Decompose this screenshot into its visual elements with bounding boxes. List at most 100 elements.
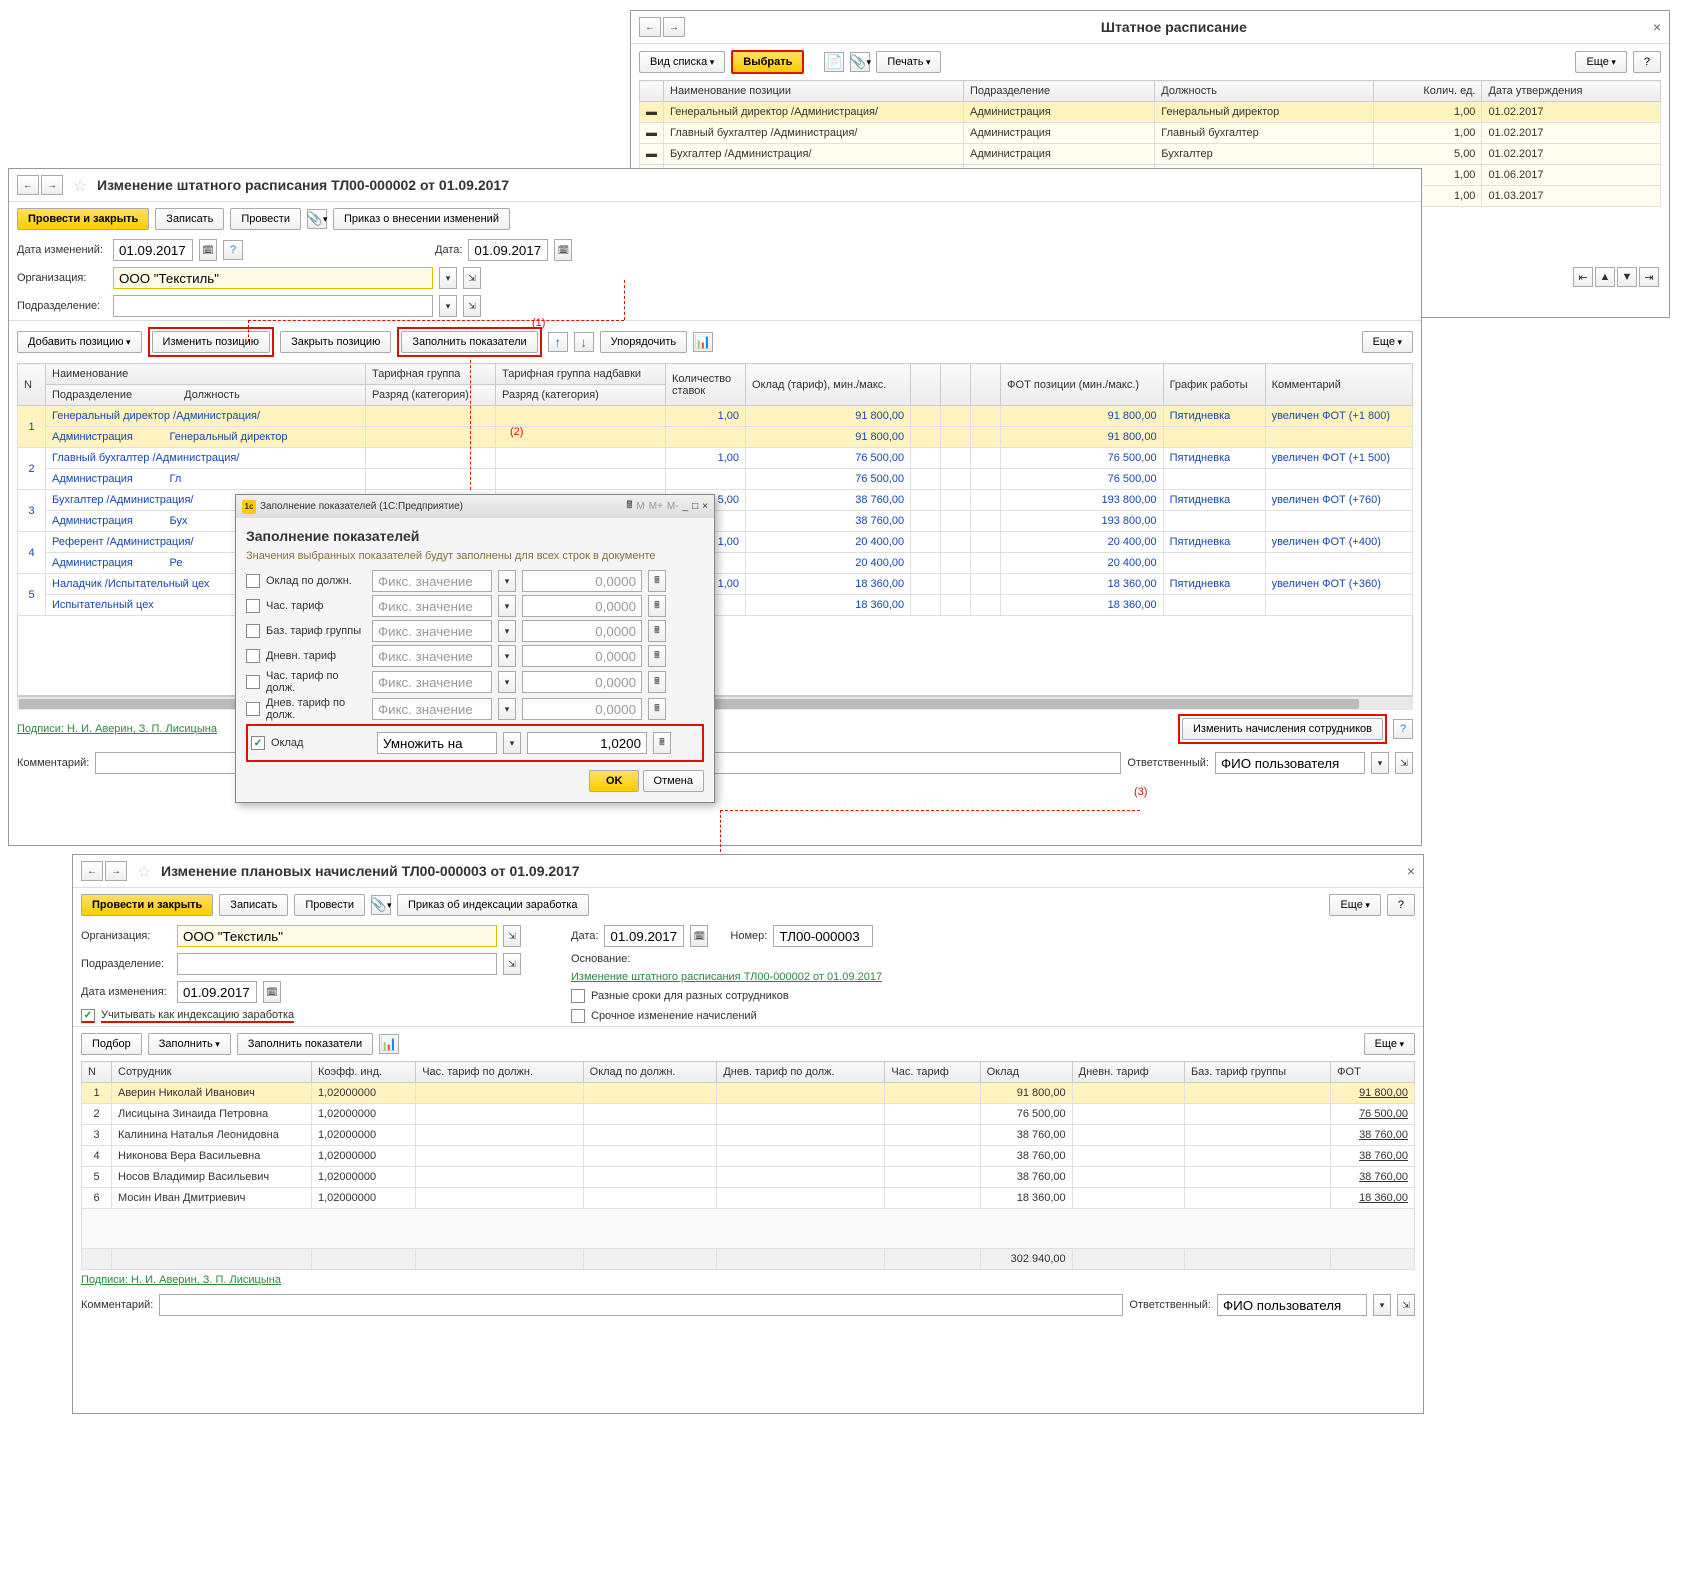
close-icon[interactable]: ×: [1653, 19, 1661, 35]
link-icon[interactable]: ⇲: [503, 953, 521, 975]
close-position-button[interactable]: Закрыть позицию: [280, 331, 391, 353]
link-icon[interactable]: ⇲: [463, 295, 481, 317]
dept-input[interactable]: [177, 953, 497, 975]
table-row[interactable]: 1 Аверин Николай Иванович 1,02000000 91 …: [82, 1083, 1415, 1104]
link-icon[interactable]: ⇲: [503, 925, 521, 947]
post-close-button[interactable]: Провести и закрыть: [17, 208, 149, 230]
dropdown-icon[interactable]: ▾: [1373, 1294, 1391, 1316]
indicator-checkbox[interactable]: [246, 624, 260, 638]
help-icon[interactable]: ?: [223, 240, 243, 260]
nav-first-icon[interactable]: ⇤: [1573, 267, 1593, 287]
print-button[interactable]: Печать: [876, 51, 941, 73]
table-row[interactable]: 2 Главный бухгалтер /Администрация/ 1,00…: [18, 448, 1413, 469]
order-button[interactable]: Приказ о внесении изменений: [333, 208, 510, 230]
doc-icon[interactable]: 📄: [824, 52, 844, 72]
write-button[interactable]: Записать: [219, 894, 288, 916]
calendar-icon[interactable]: 🗓: [690, 925, 708, 947]
nav-fwd-icon[interactable]: →: [663, 17, 685, 37]
table-row[interactable]: 5 Наладчик /Испытательный цех 1,00 18 36…: [18, 574, 1413, 595]
post-close-button[interactable]: Провести и закрыть: [81, 894, 213, 916]
dept-input[interactable]: [113, 295, 433, 317]
table-row[interactable]: 2 Лисицына Зинаида Петровна 1,02000000 7…: [82, 1104, 1415, 1125]
table-row[interactable]: 4 Референт /Администрация/ 1,00 20 400,0…: [18, 532, 1413, 553]
move-up-icon[interactable]: ↑: [548, 332, 568, 352]
fill-indicators-button[interactable]: Заполнить показатели: [237, 1033, 373, 1055]
settings-icon[interactable]: 📊: [693, 332, 713, 352]
help-button[interactable]: ?: [1633, 51, 1661, 73]
attach-icon[interactable]: 📎: [850, 52, 870, 72]
close-icon[interactable]: ×: [1407, 863, 1415, 879]
table-row[interactable]: 6 Мосин Иван Дмитриевич 1,02000000 18 36…: [82, 1188, 1415, 1209]
basis-link[interactable]: Изменение штатного расписания ТЛ00-00000…: [571, 971, 882, 983]
link-icon[interactable]: ⇲: [463, 267, 481, 289]
calc-icon[interactable]: 🖩: [653, 732, 671, 754]
post-button[interactable]: Провести: [230, 208, 301, 230]
post-button[interactable]: Провести: [294, 894, 365, 916]
sort-button[interactable]: Упорядочить: [600, 331, 687, 353]
table-row[interactable]: ▬Бухгалтер /Администрация/АдминистрацияБ…: [640, 144, 1661, 165]
fill-button[interactable]: Заполнить: [148, 1033, 231, 1055]
dropdown-icon[interactable]: ▾: [439, 295, 457, 317]
date-input[interactable]: [468, 239, 548, 261]
dropdown-icon[interactable]: ▾: [1371, 752, 1389, 774]
nav-last-icon[interactable]: ⇥: [1639, 267, 1659, 287]
calendar-icon[interactable]: 🗓: [554, 239, 572, 261]
nav-fwd-icon[interactable]: →: [41, 175, 63, 195]
urgent-checkbox[interactable]: [571, 1009, 585, 1023]
star-icon[interactable]: ☆: [137, 862, 155, 880]
org-input[interactable]: [113, 267, 433, 289]
salary-checkbox[interactable]: [251, 736, 265, 750]
indicator-checkbox[interactable]: [246, 702, 260, 716]
signatures-link[interactable]: Подписи: Н. И. Аверин, З. П. Лисицына: [81, 1274, 281, 1286]
index-checkbox[interactable]: [81, 1009, 95, 1023]
table-row[interactable]: ▬Генеральный директор /Администрация/Адм…: [640, 102, 1661, 123]
m-minus-icon[interactable]: M-: [667, 501, 679, 512]
indicator-checkbox[interactable]: [246, 574, 260, 588]
diff-dates-checkbox[interactable]: [571, 989, 585, 1003]
table-row[interactable]: 5 Носов Владимир Васильевич 1,02000000 3…: [82, 1167, 1415, 1188]
indicator-checkbox[interactable]: [246, 599, 260, 613]
calendar-icon[interactable]: 🗓: [199, 239, 217, 261]
maximize-icon[interactable]: □: [692, 501, 698, 512]
m-plus-icon[interactable]: M+: [649, 501, 663, 512]
table-row[interactable]: Администрация Ре 20 400,00 20 400,00: [18, 553, 1413, 574]
date-change-input[interactable]: [177, 981, 257, 1003]
table-row[interactable]: Испытательный цех 18 360,00 18 360,00: [18, 595, 1413, 616]
table-row[interactable]: Администрация Гл 76 500,00 76 500,00: [18, 469, 1413, 490]
help-icon[interactable]: ?: [1393, 719, 1413, 739]
pick-button[interactable]: Подбор: [81, 1033, 142, 1055]
more-button[interactable]: Еще: [1575, 51, 1626, 73]
org-input[interactable]: [177, 925, 497, 947]
close-icon[interactable]: ×: [702, 501, 708, 512]
date-change-input[interactable]: [113, 239, 193, 261]
num-input[interactable]: [773, 925, 873, 947]
star-icon[interactable]: ☆: [73, 176, 91, 194]
dropdown-icon[interactable]: ▾: [503, 732, 521, 754]
calendar-icon[interactable]: 🗓: [263, 981, 281, 1003]
more-button[interactable]: Еще: [1329, 894, 1380, 916]
ok-button[interactable]: OK: [589, 770, 640, 792]
indicator-checkbox[interactable]: [246, 675, 260, 689]
comment-input[interactable]: [159, 1294, 1123, 1316]
table-row[interactable]: 3 Бухгалтер /Администрация/ 5,00 38 760,…: [18, 490, 1413, 511]
view-list-button[interactable]: Вид списка: [639, 51, 725, 73]
write-button[interactable]: Записать: [155, 208, 224, 230]
mode-select[interactable]: [377, 732, 497, 754]
signatures-link[interactable]: Подписи: Н. И. Аверин, З. П. Лисицына: [17, 723, 217, 735]
add-position-button[interactable]: Добавить позицию: [17, 331, 142, 353]
value-input[interactable]: [527, 732, 647, 754]
attach-icon[interactable]: 📎: [371, 895, 391, 915]
nav-back-icon[interactable]: ←: [639, 17, 661, 37]
link-icon[interactable]: ⇲: [1397, 1294, 1415, 1316]
nav-back-icon[interactable]: ←: [17, 175, 39, 195]
nav-fwd-icon[interactable]: →: [105, 861, 127, 881]
move-down-icon[interactable]: ↓: [574, 332, 594, 352]
change-position-button[interactable]: Изменить позицию: [152, 331, 271, 353]
more-button[interactable]: Еще: [1362, 331, 1413, 353]
nav-up-icon[interactable]: ▲: [1595, 267, 1615, 287]
order-button[interactable]: Приказ об индексации заработка: [397, 894, 589, 916]
more-button[interactable]: Еще: [1364, 1033, 1415, 1055]
date-input[interactable]: [604, 925, 684, 947]
m-icon[interactable]: M: [636, 501, 644, 512]
table-row[interactable]: Администрация Генеральный директор 91 80…: [18, 427, 1413, 448]
